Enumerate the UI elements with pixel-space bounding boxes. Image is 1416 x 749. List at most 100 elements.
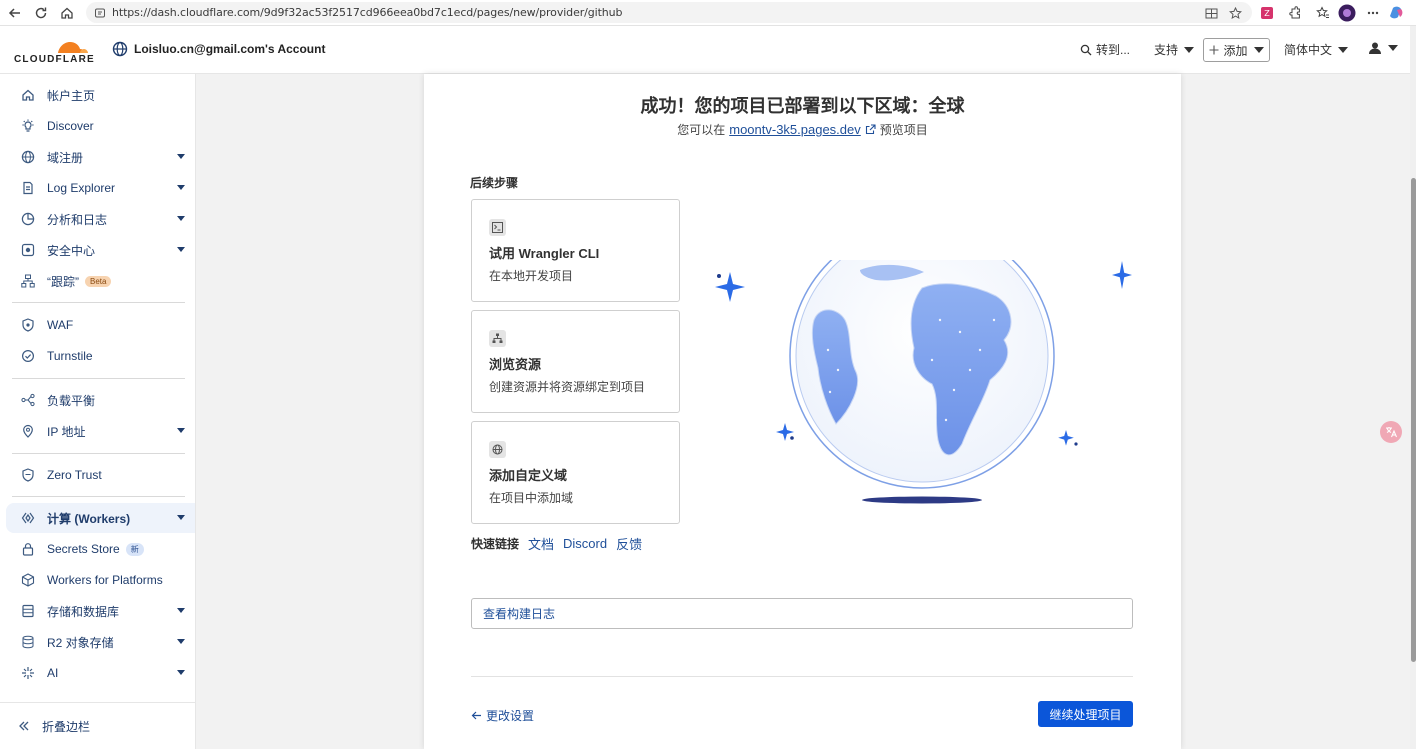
sidebar-item-ip-addresses[interactable]: IP 地址 <box>6 416 195 446</box>
sidebar-item-zero-trust[interactable]: Zero Trust <box>6 460 195 490</box>
double-chevron-left-icon <box>18 720 30 732</box>
chevron-down-icon <box>177 185 185 190</box>
account-switcher[interactable]: Loisluo.cn@gmail.com's Account <box>112 41 325 57</box>
view-build-log-button[interactable]: 查看构建日志 <box>471 598 1133 629</box>
extensions-puzzle-icon[interactable] <box>1286 4 1304 22</box>
chevron-down-icon <box>1253 47 1264 53</box>
sidebar-item-account-home[interactable]: 帐户主页 <box>6 80 195 110</box>
site-info-icon[interactable] <box>94 7 106 19</box>
sidebar-item-label: Discover <box>47 119 94 133</box>
step-title: 添加自定义域 <box>489 468 568 483</box>
sidebar-item-analytics-logs[interactable]: 分析和日志 <box>6 204 195 234</box>
collapse-sidebar-button[interactable]: 折叠边栏 <box>0 702 195 749</box>
home-icon[interactable] <box>56 2 78 24</box>
sidebar-item-log-explorer[interactable]: Log Explorer <box>6 173 195 203</box>
change-settings-link[interactable]: 更改设置 <box>471 707 534 724</box>
preview-line: 您可以在 moontv-3k5.pages.dev 预览项目 <box>424 121 1181 138</box>
sidebar-item-secrets-store[interactable]: Secrets Store 新 <box>6 534 195 564</box>
sidebar-item-workers[interactable]: 计算 (Workers) <box>6 503 195 533</box>
chevron-down-icon <box>177 608 185 613</box>
reload-icon[interactable] <box>30 2 52 24</box>
quick-link-docs[interactable]: 文档 <box>528 534 554 553</box>
sidebar-item-label: 分析和日志 <box>47 212 108 227</box>
continue-project-button[interactable]: 继续处理项目 <box>1038 701 1133 727</box>
sidebar-item-label: AI <box>47 666 59 680</box>
sidebar-item-label: IP 地址 <box>47 424 86 439</box>
support-menu[interactable]: 支持 <box>1154 41 1195 58</box>
sidebar-item-label: Secrets Store <box>47 542 120 556</box>
preview-link[interactable]: moontv-3k5.pages.dev <box>729 122 861 137</box>
sidebar-item-domain-registration[interactable]: 域注册 <box>6 142 195 172</box>
sidebar-item-storage-databases[interactable]: 存储和数据库 <box>6 596 195 626</box>
arrow-left-icon <box>471 710 482 721</box>
sidebar-item-trace[interactable]: “跟踪” Beta <box>6 266 195 296</box>
collapse-label: 折叠边栏 <box>42 719 91 734</box>
chevron-down-icon <box>177 639 185 644</box>
scrollbar-thumb[interactable] <box>1411 178 1416 662</box>
sidebar-item-label: 存储和数据库 <box>47 604 120 619</box>
zero-trust-icon <box>20 467 36 483</box>
step-card-browse-resources[interactable]: 浏览资源 创建资源并将资源绑定到项目 <box>471 310 680 413</box>
more-menu-icon[interactable] <box>1364 4 1382 22</box>
translate-float-icon[interactable] <box>1380 421 1402 443</box>
reader-mode-icon[interactable] <box>1202 4 1220 22</box>
chevron-down-icon <box>177 154 185 159</box>
sidebar-item-label: 安全中心 <box>47 243 96 258</box>
step-card-custom-domain[interactable]: 添加自定义域 在项目中添加域 <box>471 421 680 524</box>
sidebar-item-security-center[interactable]: 安全中心 <box>6 235 195 265</box>
translate-extension-icon[interactable]: Z <box>1258 4 1276 22</box>
preview-prefix: 您可以在 <box>677 123 726 137</box>
turnstile-icon <box>20 348 36 364</box>
sidebar-item-label: 域注册 <box>47 150 84 165</box>
language-selector[interactable]: 简体中文 <box>1284 41 1349 58</box>
profile-avatar-icon[interactable] <box>1338 4 1356 22</box>
favorites-icon[interactable] <box>1314 4 1332 22</box>
sidebar-item-workers-for-platforms[interactable]: Workers for Platforms <box>6 565 195 595</box>
page-scrollbar[interactable] <box>1410 26 1416 749</box>
page-title: 成功！您的项目已部署到以下区域：全球 <box>640 96 965 116</box>
card-divider <box>471 676 1133 677</box>
external-link-icon[interactable] <box>865 124 876 135</box>
add-label: 添加 <box>1223 43 1248 58</box>
quick-link-feedback[interactable]: 反馈 <box>616 534 642 553</box>
sidebar-item-label: R2 对象存储 <box>47 635 114 650</box>
sidebar-item-r2-storage[interactable]: R2 对象存储 <box>6 627 195 657</box>
address-bar[interactable]: https://dash.cloudflare.com/9d9f32ac53f2… <box>86 2 1252 23</box>
step-title: 试用 Wrangler CLI <box>489 246 600 261</box>
chevron-down-icon <box>177 428 185 433</box>
location-pin-icon <box>20 423 36 439</box>
goto-label: 转到... <box>1096 43 1131 57</box>
browser-toolbar: https://dash.cloudflare.com/9d9f32ac53f2… <box>0 0 1416 26</box>
back-arrow-icon[interactable] <box>4 2 26 24</box>
add-button[interactable]: 添加 <box>1203 38 1270 62</box>
next-steps-heading: 后续步骤 <box>470 176 519 190</box>
favorite-star-icon[interactable] <box>1226 4 1244 22</box>
chevron-down-icon <box>177 670 185 675</box>
step-description: 在本地开发项目 <box>489 269 574 283</box>
copilot-icon[interactable] <box>1388 4 1406 22</box>
shield-icon <box>20 317 36 333</box>
step-card-wrangler[interactable]: 试用 Wrangler CLI 在本地开发项目 <box>471 199 680 302</box>
sidebar-item-ai[interactable]: AI <box>6 658 195 688</box>
cloudflare-logo[interactable]: CLOUDFLARE <box>14 35 96 65</box>
deploy-success-card: 成功！您的项目已部署到以下区域：全球 您可以在 moontv-3k5.pages… <box>424 74 1181 749</box>
sidebar-item-label: Log Explorer <box>47 181 116 195</box>
sidebar-item-load-balancing[interactable]: 负载平衡 <box>6 385 195 415</box>
sidebar-item-waf[interactable]: WAF <box>6 310 195 340</box>
sidebar-item-label: “跟踪” <box>47 274 79 289</box>
document-icon <box>20 180 36 196</box>
svg-text:Z: Z <box>1264 9 1270 18</box>
quick-link-discord[interactable]: Discord <box>563 536 607 551</box>
language-label: 简体中文 <box>1284 43 1333 57</box>
r2-storage-icon <box>20 634 36 650</box>
goto-search[interactable]: 转到... <box>1080 41 1130 58</box>
change-settings-label: 更改设置 <box>486 709 535 723</box>
support-label: 支持 <box>1154 43 1179 57</box>
user-menu[interactable] <box>1368 41 1398 55</box>
sidebar-item-discover[interactable]: Discover <box>6 111 195 141</box>
quick-links: 快速链接 文档 Discord 反馈 <box>471 534 642 553</box>
chevron-down-icon <box>1338 46 1349 53</box>
chevron-down-icon <box>177 247 185 252</box>
sidebar-item-turnstile[interactable]: Turnstile <box>6 341 195 371</box>
hierarchy-icon <box>489 330 506 347</box>
